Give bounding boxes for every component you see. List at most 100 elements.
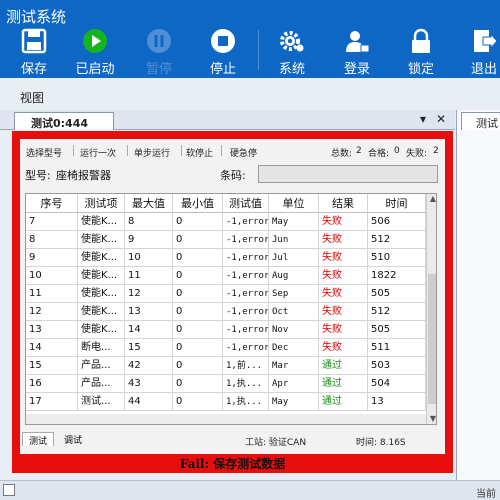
col-value-cell: 1,执... <box>223 393 269 410</box>
view-menu[interactable]: 视图 <box>20 89 44 106</box>
elapsed-time: 时间: 8.16S <box>356 438 406 448</box>
col-unit-cell: Nov <box>269 321 319 338</box>
col-max-cell: 9 <box>125 231 173 248</box>
stop-button[interactable]: 停止 <box>195 28 251 77</box>
barcode-label: 条码: <box>220 169 246 182</box>
table-row[interactable]: 11 使能K... 12 0 -1,error Sep 失败 505 <box>26 285 426 303</box>
col-result-header[interactable]: 结果 <box>319 194 368 212</box>
scroll-up-icon[interactable]: ▲ <box>427 194 436 206</box>
save-label: 保存 <box>20 62 47 77</box>
col-value-cell: -1,error <box>223 213 269 230</box>
fail-count: 2 <box>433 146 439 156</box>
col-min-header[interactable]: 最小值 <box>173 194 223 212</box>
table-row[interactable]: 9 使能K... 10 0 -1,error Jul 失败 510 <box>26 249 426 267</box>
col-result-cell: 失败 <box>319 303 368 320</box>
col-item-header[interactable]: 测试项 <box>78 194 125 212</box>
scroll-thumb[interactable] <box>428 274 436 404</box>
col-value-cell: -1,error <box>223 249 269 266</box>
system-button[interactable]: 系统 <box>264 28 320 77</box>
test-toolbar: 选择型号 运行一次 单步运行 软停止 硬急停 总数: 2 合格: 0 失败: 2 <box>20 139 445 161</box>
col-seq-header[interactable]: 序号 <box>26 194 78 212</box>
col-time-cell: 504 <box>368 375 426 392</box>
col-max-cell: 15 <box>125 339 173 356</box>
fail-banner: Fail: 保存测试数据 <box>179 457 286 471</box>
horizontal-scrollbar[interactable] <box>26 414 426 424</box>
pass-label: 合格: <box>368 149 390 159</box>
test-panel: 选择型号 运行一次 单步运行 软停止 硬急停 总数: 2 合格: 0 失败: 2… <box>20 139 445 454</box>
table-row[interactable]: 8 使能K... 9 0 -1,error Jun 失败 512 <box>26 231 426 249</box>
col-time-header[interactable]: 时间 <box>368 194 426 212</box>
col-value-cell: 1,执... <box>223 375 269 392</box>
col-max-header[interactable]: 最大值 <box>125 194 173 212</box>
table-row[interactable]: 15 产品... 42 0 1,前... Mar 通过 503 <box>26 357 426 375</box>
system-label: 系统 <box>278 62 305 77</box>
fail-label: 失败: <box>406 149 428 159</box>
save-button[interactable]: 保存 <box>6 28 62 77</box>
login-label: 登录 <box>343 62 370 77</box>
col-value-cell: 1,前... <box>223 357 269 374</box>
col-time-cell: 505 <box>368 321 426 338</box>
table-row[interactable]: 16 产品... 43 0 1,执... Apr 通过 504 <box>26 375 426 393</box>
scroll-down-icon[interactable]: ▼ <box>427 414 436 424</box>
barcode-input[interactable] <box>258 165 438 183</box>
col-unit-header[interactable]: 单位 <box>269 194 319 212</box>
col-item-cell: 测试... <box>78 393 125 410</box>
table-row[interactable]: 7 使能K... 8 0 -1,error May 失败 506 <box>26 213 426 231</box>
exit-button[interactable]: 退出 <box>456 28 500 77</box>
tab-debug[interactable]: 调试 <box>58 432 88 446</box>
table-row[interactable]: 17 测试... 44 0 1,执... May 通过 13 <box>26 393 426 411</box>
results-table: 序号 测试项 最大值 最小值 测试值 单位 结果 时间 7 使能K... 8 0 -1,error Ma… <box>25 193 437 425</box>
right-dock-pane: 测试 <box>456 110 500 480</box>
col-time-cell: 13 <box>368 393 426 410</box>
tool-divider <box>73 145 74 156</box>
col-max-cell: 42 <box>125 357 173 374</box>
close-icon[interactable]: ✕ <box>436 112 446 126</box>
col-result-cell: 失败 <box>319 285 368 302</box>
single-step-button[interactable]: 单步运行 <box>134 146 170 159</box>
tool-divider <box>221 145 222 156</box>
table-row[interactable]: 10 使能K... 11 0 -1,error Aug 失败 1822 <box>26 267 426 285</box>
col-min-cell: 0 <box>173 321 223 338</box>
tool-divider <box>181 145 182 156</box>
col-unit-cell: Sep <box>269 285 319 302</box>
col-time-cell: 510 <box>368 249 426 266</box>
tab-dropdown-icon[interactable]: ▾ <box>420 112 426 126</box>
col-value-header[interactable]: 测试值 <box>223 194 269 212</box>
main-toolbar: 测试系统 保存 已启动 暂停 停止 系统 登录 锁定 退出 <box>0 0 500 78</box>
pause-button[interactable]: 暂停 <box>131 28 187 77</box>
exit-icon <box>474 30 497 52</box>
hard-stop-button[interactable]: 硬急停 <box>230 146 257 159</box>
soft-stop-button[interactable]: 软停止 <box>186 146 213 159</box>
tab-test-0[interactable]: 测试0:444 <box>14 112 114 130</box>
tab-test-right[interactable]: 测试 <box>461 112 500 130</box>
col-seq-cell: 13 <box>26 321 78 338</box>
col-unit-cell: May <box>269 213 319 230</box>
table-row[interactable]: 14 断电... 15 0 -1,error Dec 失败 511 <box>26 339 426 357</box>
col-time-cell: 506 <box>368 213 426 230</box>
lock-icon <box>412 28 430 53</box>
vertical-scrollbar[interactable]: ▲ ▼ <box>426 194 436 424</box>
model-value: 座椅报警器 <box>56 169 111 182</box>
play-icon <box>83 29 107 53</box>
col-result-cell: 失败 <box>319 321 368 338</box>
col-min-cell: 0 <box>173 303 223 320</box>
run-once-button[interactable]: 运行一次 <box>80 146 116 159</box>
lock-button[interactable]: 锁定 <box>393 28 449 77</box>
col-value-cell: -1,error <box>223 267 269 284</box>
table-row[interactable]: 12 使能K... 13 0 -1,error Oct 失败 512 <box>26 303 426 321</box>
col-item-cell: 使能K... <box>78 267 125 284</box>
col-value-cell: -1,error <box>223 285 269 302</box>
document-tab-strip: 测试0:444 ▾ ✕ <box>0 110 455 130</box>
col-time-cell: 505 <box>368 285 426 302</box>
start-button[interactable]: 已启动 <box>67 28 123 77</box>
table-header: 序号 测试项 最大值 最小值 测试值 单位 结果 时间 <box>26 194 426 213</box>
table-row[interactable]: 13 使能K... 14 0 -1,error Nov 失败 505 <box>26 321 426 339</box>
col-item-cell: 使能K... <box>78 303 125 320</box>
tab-test[interactable]: 测试 <box>22 432 55 447</box>
col-seq-cell: 8 <box>26 231 78 248</box>
col-min-cell: 0 <box>173 213 223 230</box>
right-tab-label: 测试 <box>476 117 498 130</box>
login-button[interactable]: 登录 <box>329 28 385 77</box>
select-model-button[interactable]: 选择型号 <box>26 146 62 159</box>
col-seq-cell: 9 <box>26 249 78 266</box>
